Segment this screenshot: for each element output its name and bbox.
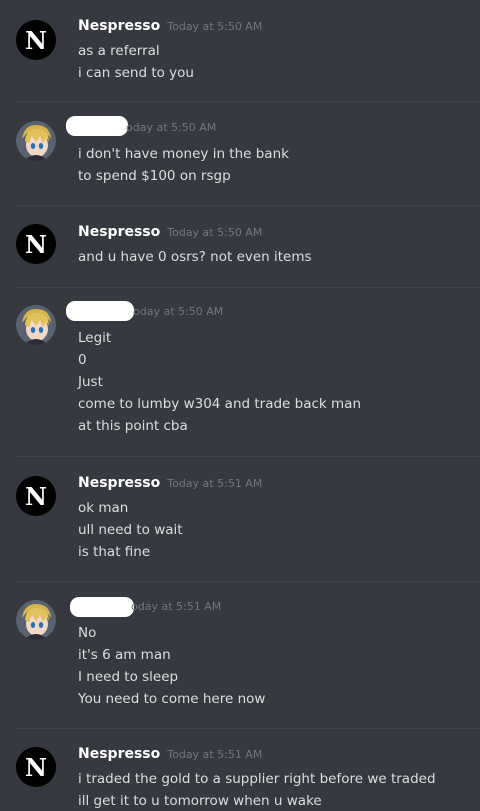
redacted-username bbox=[66, 301, 134, 321]
message-line: Just bbox=[78, 374, 103, 390]
timestamp: Today at 5:50 AM bbox=[167, 20, 263, 33]
anime-avatar-icon bbox=[16, 305, 56, 345]
message-line: 0 bbox=[78, 352, 87, 368]
message-line: it's 6 am man bbox=[78, 647, 171, 663]
message-line: i can send to you bbox=[78, 65, 194, 81]
username[interactable]: Nespresso bbox=[78, 224, 160, 240]
message-line: at this point cba bbox=[78, 418, 188, 434]
message-line: as a referral bbox=[78, 43, 160, 59]
message-line: ok man bbox=[78, 500, 129, 516]
timestamp: Today at 5:51 AM bbox=[167, 748, 263, 761]
nespresso-logo-icon: N bbox=[16, 20, 56, 60]
nespresso-logo-icon: N bbox=[16, 747, 56, 787]
timestamp: Today at 5:50 AM bbox=[167, 226, 263, 239]
message-line: to spend $100 on rsgp bbox=[78, 168, 231, 184]
message-separator bbox=[16, 581, 480, 582]
message-line: ull need to wait bbox=[78, 522, 183, 538]
nespresso-avatar[interactable]: N bbox=[16, 747, 56, 787]
message-separator bbox=[16, 456, 480, 457]
nespresso-avatar[interactable]: N bbox=[16, 224, 56, 264]
user-avatar[interactable] bbox=[16, 121, 56, 161]
redacted-username bbox=[70, 597, 134, 617]
svg-text:N: N bbox=[25, 753, 47, 782]
nespresso-avatar[interactable]: N bbox=[16, 476, 56, 516]
nespresso-logo-icon: N bbox=[16, 224, 56, 264]
message-separator bbox=[16, 287, 480, 288]
svg-text:N: N bbox=[25, 230, 47, 259]
anime-avatar-icon bbox=[16, 121, 56, 161]
nespresso-logo-icon: N bbox=[16, 476, 56, 516]
user-avatar[interactable] bbox=[16, 305, 56, 345]
message-line: come to lumby w304 and trade back man bbox=[78, 396, 362, 412]
svg-text:N: N bbox=[25, 482, 47, 511]
message-separator bbox=[16, 728, 480, 729]
redacted-username bbox=[66, 116, 128, 136]
timestamp: oday at 5:50 AM bbox=[133, 305, 224, 318]
message-line: ill get it to u tomorrow when u wake bbox=[78, 793, 322, 809]
message-line: No bbox=[78, 625, 97, 641]
message-separator bbox=[16, 205, 480, 206]
message-line: You need to come here now bbox=[78, 691, 266, 707]
user-avatar[interactable] bbox=[16, 600, 56, 640]
anime-avatar-icon bbox=[16, 600, 56, 640]
message-line: I need to sleep bbox=[78, 669, 179, 685]
username[interactable]: Nespresso bbox=[78, 746, 160, 762]
message-line: Legit bbox=[78, 330, 112, 346]
svg-text:N: N bbox=[25, 26, 47, 55]
message-separator bbox=[16, 101, 480, 102]
chat-log: N Nespresso Today at 5:50 AM as a referr… bbox=[0, 0, 480, 811]
nespresso-avatar[interactable]: N bbox=[16, 20, 56, 60]
timestamp: oday at 5:51 AM bbox=[131, 600, 222, 613]
message-line: and u have 0 osrs? not even items bbox=[78, 249, 312, 265]
username[interactable]: Nespresso bbox=[78, 475, 160, 491]
username[interactable]: Nespresso bbox=[78, 18, 160, 34]
timestamp: Today at 5:51 AM bbox=[167, 477, 263, 490]
message-line: i traded the gold to a supplier right be… bbox=[78, 771, 436, 787]
message-line: i don't have money in the bank bbox=[78, 146, 289, 162]
timestamp: oday at 5:50 AM bbox=[126, 121, 217, 134]
message-line: is that fine bbox=[78, 544, 151, 560]
